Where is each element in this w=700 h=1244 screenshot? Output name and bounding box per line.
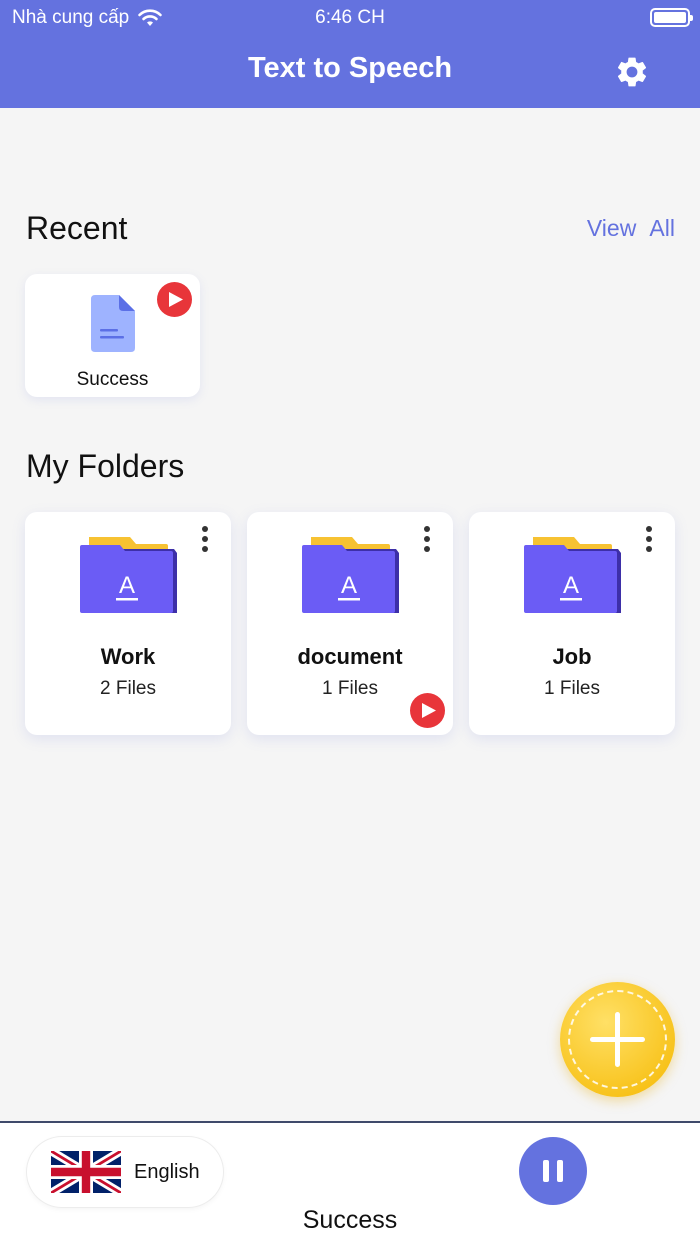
document-icon: [91, 295, 135, 352]
player-bar: English Success: [0, 1121, 700, 1244]
page-title: Text to Speech: [247, 52, 453, 84]
folder-name: Job: [552, 644, 592, 669]
add-button[interactable]: [560, 982, 675, 1097]
folder-card-work[interactable]: A Work 2 Files: [25, 512, 231, 735]
settings-button[interactable]: [612, 52, 652, 92]
play-button[interactable]: [410, 693, 445, 728]
more-options-icon[interactable]: [417, 524, 437, 554]
recent-item[interactable]: Success: [25, 274, 200, 397]
recent-item-label: Success: [76, 369, 149, 390]
pause-button[interactable]: [519, 1137, 587, 1205]
language-label: English: [134, 1160, 200, 1183]
view-all-link[interactable]: View All: [587, 215, 675, 242]
folder-card-document[interactable]: A document 1 Files: [247, 512, 453, 735]
pause-icon: [543, 1160, 549, 1182]
svg-text:A: A: [563, 572, 579, 599]
play-icon: [422, 703, 436, 718]
more-options-icon[interactable]: [195, 524, 215, 554]
play-icon: [169, 292, 183, 307]
more-options-icon[interactable]: [639, 524, 659, 554]
recent-section-title: Recent: [26, 210, 128, 246]
language-selector[interactable]: English: [27, 1137, 223, 1207]
folder-card-job[interactable]: A Job 1 Files: [469, 512, 675, 735]
folder-name: Work: [100, 644, 156, 669]
folder-name: document: [297, 644, 403, 669]
uk-flag-icon: [51, 1151, 121, 1193]
folder-icon: A: [302, 537, 399, 613]
folder-file-count: 1 Files: [544, 678, 600, 699]
play-button[interactable]: [157, 282, 192, 317]
status-bar: Nhà cung cấp 6:46 CH: [0, 0, 700, 36]
folder-file-count: 2 Files: [100, 678, 156, 699]
svg-text:A: A: [341, 572, 357, 599]
status-time: 6:46 CH: [315, 7, 385, 28]
folder-icon: A: [80, 537, 177, 613]
battery-icon: [650, 8, 693, 27]
folder-icon: A: [524, 537, 621, 613]
svg-text:A: A: [119, 572, 135, 599]
folders-section-title: My Folders: [26, 448, 185, 484]
gear-icon: [617, 57, 647, 87]
now-playing-title: Success: [302, 1206, 398, 1234]
app-header: Nhà cung cấp 6:46 CH Text to Speech: [0, 0, 700, 108]
